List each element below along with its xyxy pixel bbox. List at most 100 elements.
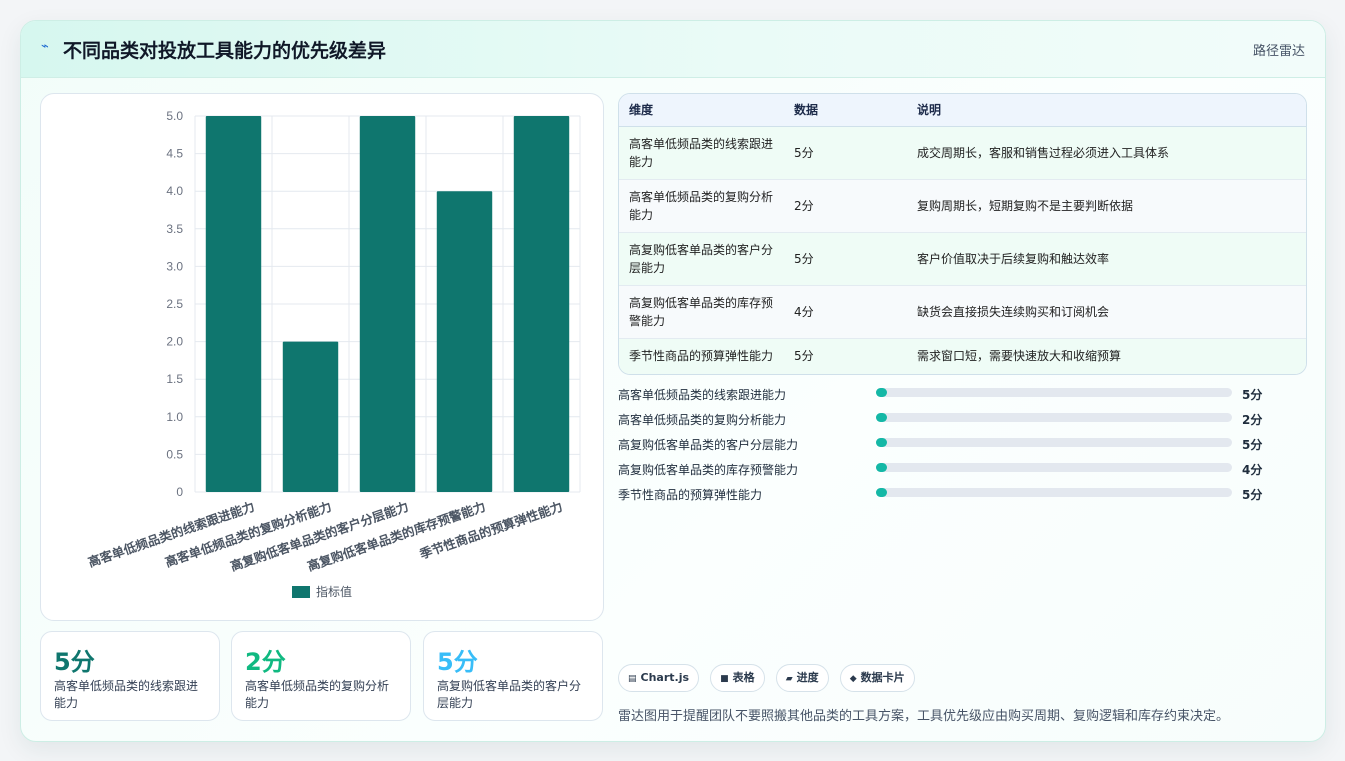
progress-value: 5分 [1242,388,1263,402]
bar-chart: 00.51.01.52.02.53.03.54.04.55.0高客单低频品类的线… [86,109,581,599]
progress-value: 4分 [1242,463,1263,477]
progress-fill [876,388,887,397]
bolt-icon: ⌁ [41,39,49,54]
y-tick-label: 5.0 [166,109,183,123]
progress-value: 2分 [1242,413,1263,427]
stat-value: 5分 [437,648,478,676]
y-tick-label: 4.5 [166,147,183,161]
legend-label: 指标值 [316,584,352,599]
table-cell: 5分 [784,232,907,286]
stat-card-2: 2分 高客单低频品类的复购分析能力 [231,631,411,721]
progress-fill [876,438,887,447]
progress-row: 高复购低客单品类的客户分层能力 5分 [618,433,1278,458]
progress-label: 高客单低频品类的线索跟进能力 [618,388,787,402]
stat-card-3: 5分 高复购低客单品类的客户分层能力 [423,631,603,721]
y-tick-label: 2.0 [166,335,183,349]
table-cell: 5分 [794,349,814,363]
progress-track [876,463,1232,472]
table-row: 高客单低频品类的复购分析能力 2分 复购周期长，短期复购不是主要判断依据 [619,179,1306,233]
pill-label: 进度 [796,671,819,684]
card-header: ⌁ 不同品类对投放工具能力的优先级差异 路径雷达 [21,21,1325,78]
progress-label: 高复购低客单品类的客户分层能力 [618,438,799,452]
progress-value: 5分 [1242,438,1263,452]
pill-label: Chart.js [640,671,690,684]
pill-progress[interactable]: ▰ 进度 [775,664,829,692]
main-card: ⌁ 不同品类对投放工具能力的优先级差异 路径雷达 0 0.5 1.0 1.5 2.0 2.… [20,20,1326,742]
table-cell: 缺货会直接损失连续购买和订阅机会 [907,285,1306,339]
progress-fill [876,488,887,497]
stat-card-1: 5分 高客单低频品类的线索跟进能力 [40,631,220,721]
progress-row: 高复购低客单品类的库存预警能力 4分 [618,458,1278,483]
table-cell: 成交周期长，客服和销售过程必须进入工具体系 [907,126,1306,180]
table-cell: 高复购低客单品类的库存预警能力 [619,285,784,339]
progress-fill [876,413,887,422]
table-row: 季节性商品的预算弹性能力 5分 需求窗口短，需要快速放大和收缩预算 [619,338,1306,374]
progress-fill [876,463,887,472]
table-cell: 需求窗口短，需要快速放大和收缩预算 [917,349,1122,363]
page-title: 不同品类对投放工具能力的优先级差异 [63,40,387,62]
progress-track [876,413,1232,422]
progress-track [876,488,1232,497]
column-header: 维度 [619,94,784,127]
y-tick-label: 0 [176,485,183,499]
table-cell: 复购周期长，短期复购不是主要判断依据 [907,179,1306,233]
footer-note: 雷达图用于提醒团队不要照搬其他品类的工具方案，工具优先级应由购买周期、复购逻辑和… [618,709,1230,724]
stat-label: 高客单低频品类的复购分析能力 [245,679,390,710]
card-icon: ◆ [849,674,857,684]
stat-value: 5分 [54,648,95,676]
table-row: 高客单低频品类的线索跟进能力 5分 成交周期长，客服和销售过程必须进入工具体系 [619,126,1306,180]
table-cell: 高客单低频品类的线索跟进能力 [619,126,784,180]
progress-list: 高客单低频品类的线索跟进能力 5分 高客单低频品类的复购分析能力 2分 高复购低… [618,383,1278,508]
table-cell: 4分 [784,285,907,339]
bar [359,116,416,492]
header-tag: 路径雷达 [1252,44,1305,59]
column-header: 说明 [907,94,1306,127]
progress-row: 高客单低频品类的线索跟进能力 5分 [618,383,1278,408]
data-table: 维度 数据 说明 高客单低频品类的线索跟进能力 5分 成交周期长，客服和销售过程… [618,93,1307,375]
table-icon: ■ [720,674,729,684]
bar [513,116,570,492]
progress-label: 高客单低频品类的复购分析能力 [618,413,787,427]
chart-icon: ▤ [628,674,637,684]
stat-label: 高客单低频品类的线索跟进能力 [54,679,199,710]
y-tick-label: 3.5 [166,222,183,236]
progress-value: 5分 [1242,488,1263,502]
progress-label: 季节性商品的预算弹性能力 [618,488,763,502]
table-cell: 5分 [784,126,907,180]
bar [436,191,493,492]
table-header-row: 维度 数据 说明 [619,94,1306,127]
y-tick-label: 1.0 [166,410,183,424]
table-cell: 高复购低客单品类的客户分层能力 [619,232,784,286]
pill-table[interactable]: ■ 表格 [710,664,765,692]
table-cell: 2分 [784,179,907,233]
column-header: 数据 [784,94,907,127]
table-row: 高复购低客单品类的客户分层能力 5分 客户价值取决于后续复购和触达效率 [619,232,1306,286]
feature-pills: ▤ Chart.js ■ 表格 ▰ 进度 ◆ 数据卡片 [618,664,921,692]
pill-data-card[interactable]: ◆ 数据卡片 [839,664,915,692]
table-cell: 高客单低频品类的复购分析能力 [619,179,784,233]
table-row: 高复购低客单品类的库存预警能力 4分 缺货会直接损失连续购买和订阅机会 [619,285,1306,339]
y-tick-label: 3.0 [166,259,183,273]
x-tick-label: 季节性商品的预算弹性能力 [417,499,565,562]
progress-row: 高客单低频品类的复购分析能力 2分 [618,408,1278,433]
pill-chartjs[interactable]: ▤ Chart.js [618,664,700,692]
stat-value: 2分 [245,648,286,676]
y-tick-label: 2.5 [166,297,183,311]
y-tick-label: 1.5 [166,372,183,386]
bar [205,116,262,492]
y-tick-label: 0.5 [166,447,183,461]
progress-label: 高复购低客单品类的库存预警能力 [618,463,799,477]
bar [282,341,339,492]
progress-track [876,388,1232,397]
bar-chart-panel: 0 0.5 1.0 1.5 2.0 2.5 3.0 3.5 4.0 4.5 5.0 高客单低频品类的线… [40,93,604,621]
legend-swatch [292,586,310,598]
table-cell: 客户价值取决于后续复购和触达效率 [907,232,1306,286]
pill-label: 数据卡片 [860,671,905,684]
stat-label: 高复购低客单品类的客户分层能力 [437,679,582,710]
progress-row: 季节性商品的预算弹性能力 5分 [618,483,1278,508]
pill-label: 表格 [732,671,755,684]
table-cell: 季节性商品的预算弹性能力 [629,349,774,363]
progress-track [876,438,1232,447]
progress-icon: ▰ [785,674,793,684]
y-tick-label: 4.0 [166,184,183,198]
